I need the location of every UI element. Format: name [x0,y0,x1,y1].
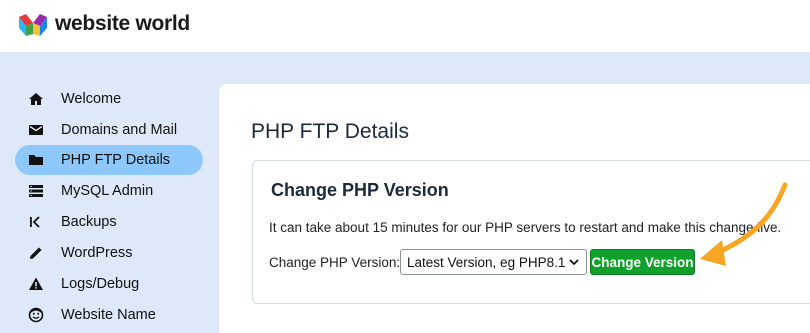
database-icon [29,185,43,197]
sidebar-item-website-name[interactable]: Website Name [15,300,203,330]
php-version-select[interactable]: Latest Version, eg PHP8.1 [400,249,587,275]
sidebar-item-mysql-admin[interactable]: MySQL Admin [15,176,203,206]
php-version-select-value: Latest Version, eg PHP8.1 [407,254,566,270]
sidebar-item-label: WordPress [61,245,133,261]
sidebar: Welcome Domains and Mail PHP FTP Details… [0,52,218,333]
mail-icon [29,125,43,135]
brand-name: website world [55,12,190,35]
backups-icon [30,216,40,228]
sidebar-item-php-ftp-details[interactable]: PHP FTP Details [15,145,203,175]
folder-icon [29,155,43,165]
warning-icon [29,277,43,290]
sidebar-item-domains-and-mail[interactable]: Domains and Mail [15,115,203,145]
sidebar-item-backups[interactable]: Backups [15,207,203,237]
sidebar-item-label: Backups [61,214,117,230]
logo-icon[interactable] [19,14,47,38]
change-version-button[interactable]: Change Version [590,249,695,275]
sidebar-item-wordpress[interactable]: WordPress [15,238,203,268]
sidebar-item-label: Domains and Mail [61,122,178,138]
annotation-arrow-icon [700,182,788,266]
sidebar-item-label: PHP FTP Details [61,152,171,168]
header: website world [0,0,810,52]
sidebar-item-logs-debug[interactable]: Logs/Debug [15,269,203,299]
smiley-icon [28,307,44,323]
page-title: PHP FTP Details [251,120,409,143]
pencil-icon [30,247,42,259]
sidebar-item-label: Website Name [61,307,156,323]
home-icon [29,93,43,105]
sidebar-item-welcome[interactable]: Welcome [15,84,203,114]
sidebar-item-label: Logs/Debug [61,276,140,292]
chevron-down-icon [569,259,579,266]
card-title: Change PHP Version [271,180,449,200]
sidebar-item-label: MySQL Admin [61,183,154,199]
php-version-label: Change PHP Version: [269,255,401,270]
sidebar-item-label: Welcome [61,91,122,107]
